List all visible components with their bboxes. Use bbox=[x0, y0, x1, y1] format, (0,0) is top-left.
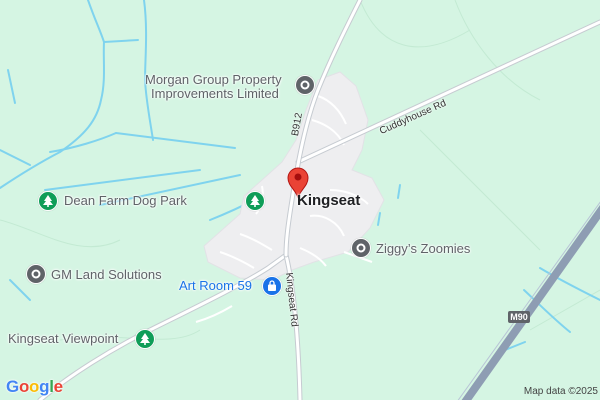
map-pin-icon[interactable] bbox=[295, 75, 315, 95]
map-pin-icon[interactable] bbox=[26, 264, 46, 284]
shopping-bag-icon[interactable] bbox=[262, 276, 282, 296]
park-tree-icon[interactable] bbox=[245, 191, 265, 211]
google-logo: Google bbox=[6, 377, 63, 396]
park-tree-icon[interactable] bbox=[38, 191, 58, 211]
park-tree-icon[interactable] bbox=[135, 329, 155, 349]
art-room-label[interactable]: Art Room 59 bbox=[179, 278, 252, 293]
map-canvas[interactable]: Morgan Group Property Improvements Limit… bbox=[0, 0, 600, 400]
gm-land-label[interactable]: GM Land Solutions bbox=[51, 267, 162, 282]
dean-farm-label[interactable]: Dean Farm Dog Park bbox=[64, 193, 187, 208]
town-label[interactable]: Kingseat bbox=[297, 192, 360, 209]
ziggys-zoomies-label[interactable]: Ziggy’s Zoomies bbox=[376, 241, 470, 256]
morgan-group-label-line2[interactable]: Improvements Limited bbox=[151, 86, 279, 101]
morgan-group-label-line1[interactable]: Morgan Group Property bbox=[145, 72, 282, 87]
map-attribution[interactable]: Map data ©2025 bbox=[524, 386, 598, 397]
kingseat-viewpoint-label[interactable]: Kingseat Viewpoint bbox=[8, 331, 118, 346]
m90-shield: M90 bbox=[508, 311, 530, 323]
map-pin-icon[interactable] bbox=[351, 238, 371, 258]
